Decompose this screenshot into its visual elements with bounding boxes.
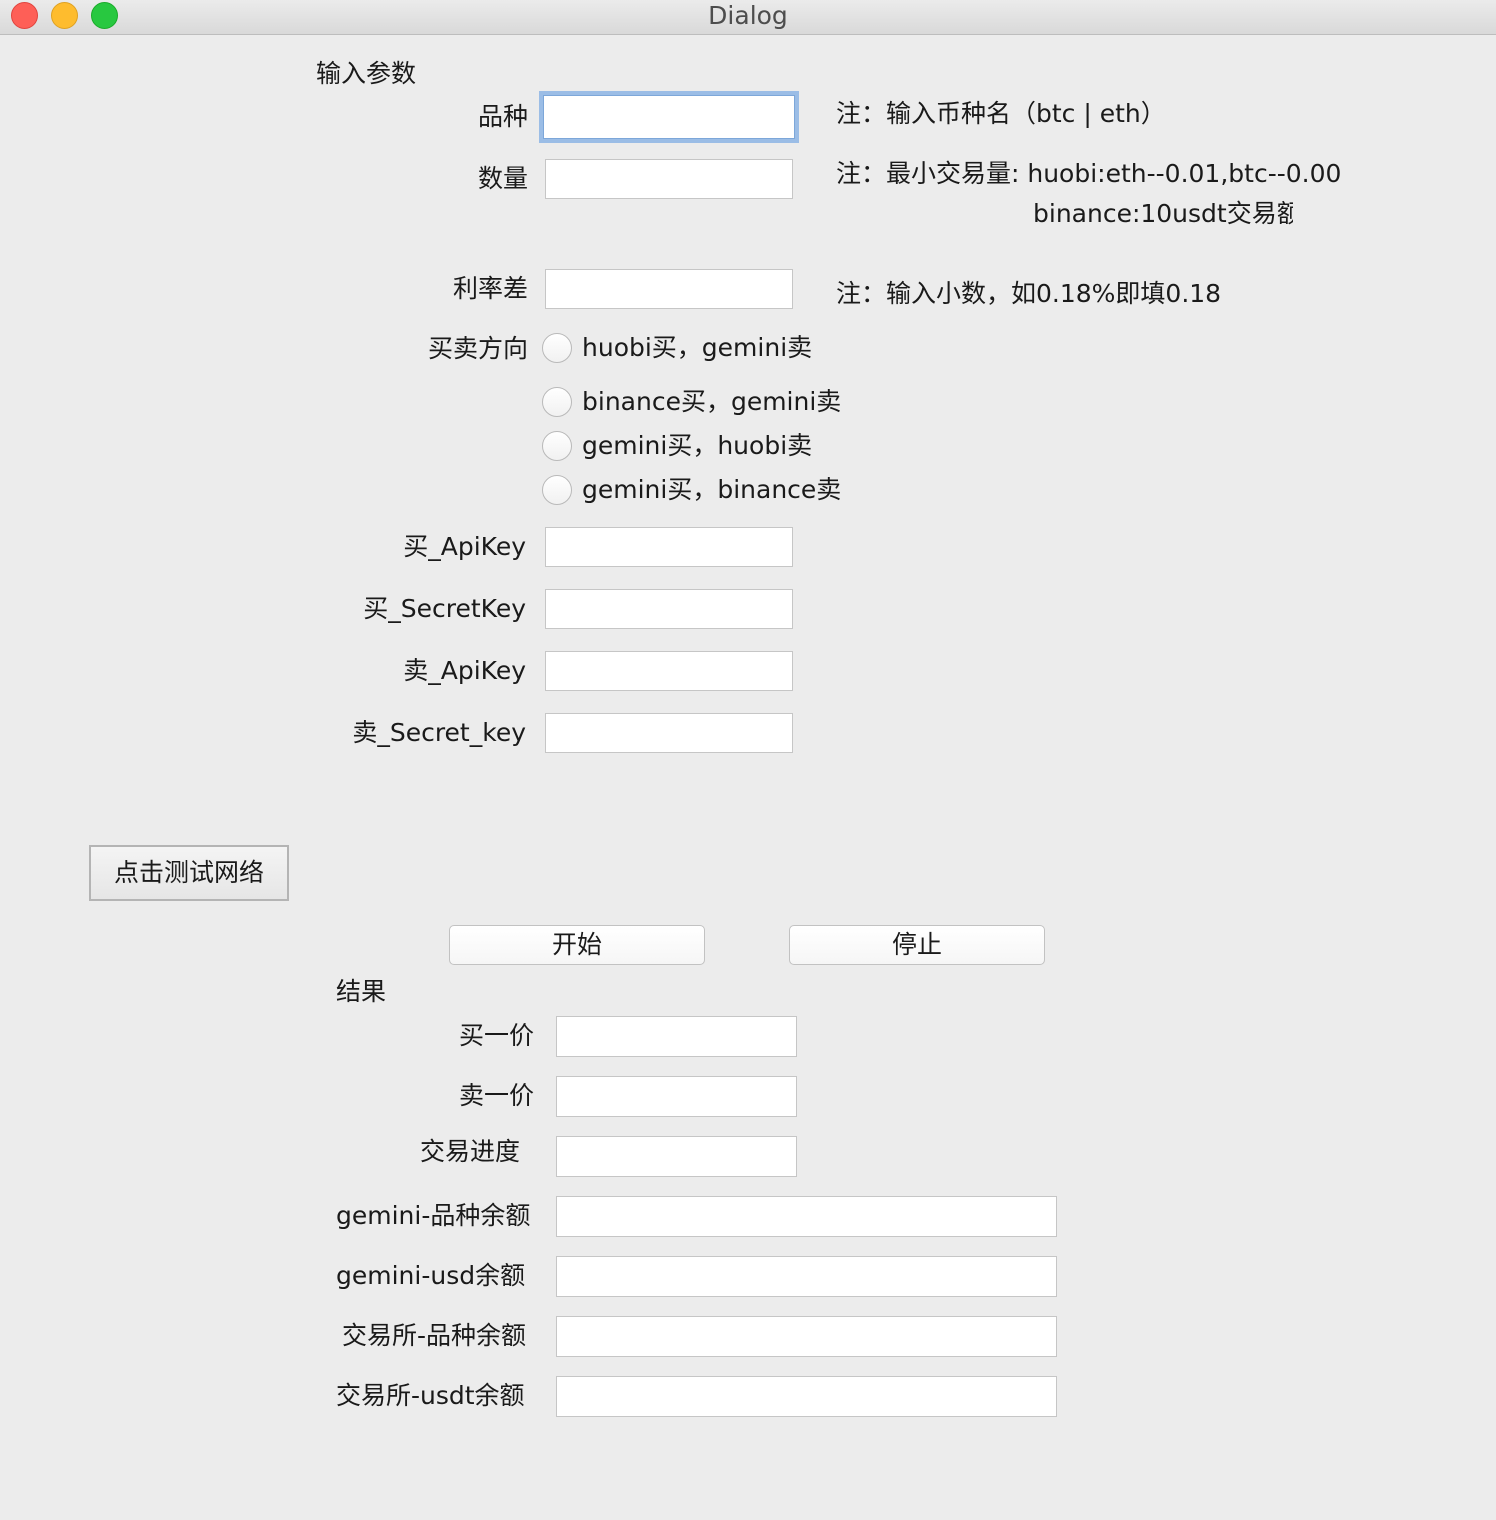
start-button[interactable]: 开始 [449, 925, 705, 965]
sell-apikey-label: 卖_ApiKey [403, 656, 526, 685]
rate-label: 利率差 [452, 274, 528, 303]
buy-secretkey-label: 买_SecretKey [363, 594, 526, 623]
radio-button[interactable] [542, 387, 572, 417]
exchange-coin-balance-label: 交易所-品种余额 [342, 1321, 527, 1350]
exchange-coin-balance-output[interactable] [556, 1316, 1057, 1357]
symbol-label: 品种 [477, 102, 528, 131]
amount-note-line1: 注：最小交易量: huobi:eth--0.01,btc--0.00 [836, 159, 1342, 188]
direction-option-label: gemini买，binance卖 [582, 475, 842, 504]
window-title: Dialog [708, 1, 788, 30]
bid1-label: 买一价 [458, 1021, 534, 1050]
amount-input[interactable] [545, 159, 793, 199]
direction-label: 买卖方向 [427, 334, 528, 363]
result-section-header: 结果 [336, 977, 387, 1006]
sell-secretkey-input[interactable] [545, 713, 793, 753]
direction-option-label: binance买，gemini卖 [582, 387, 842, 416]
rate-note: 注：输入小数，如0.18%即填0.18 [836, 279, 1222, 308]
rate-input[interactable] [545, 269, 793, 309]
buy-apikey-label: 买_ApiKey [403, 532, 526, 561]
buy-apikey-input[interactable] [545, 527, 793, 567]
gemini-usd-balance-label: gemini-usd余额 [336, 1261, 526, 1290]
direction-option-label: gemini买，huobi卖 [582, 431, 813, 460]
direction-option-label: huobi买，gemini卖 [582, 333, 813, 362]
input-section-header: 输入参数 [316, 59, 417, 88]
window-titlebar: Dialog [0, 0, 1496, 35]
progress-label: 交易进度 [419, 1137, 520, 1166]
gemini-usd-balance-output[interactable] [556, 1256, 1057, 1297]
radio-button[interactable] [542, 431, 572, 461]
sell-apikey-input[interactable] [545, 651, 793, 691]
exchange-usdt-balance-output[interactable] [556, 1376, 1057, 1417]
gemini-coin-balance-label: gemini-品种余额 [336, 1201, 531, 1230]
gemini-coin-balance-output[interactable] [556, 1196, 1057, 1237]
ask1-output[interactable] [556, 1076, 797, 1117]
stop-button[interactable]: 停止 [789, 925, 1045, 965]
progress-output[interactable] [556, 1136, 797, 1177]
ask1-label: 卖一价 [458, 1081, 534, 1110]
amount-note-line2: binance:10usdt交易额 [1033, 199, 1293, 228]
radio-button[interactable] [542, 475, 572, 505]
amount-label: 数量 [477, 164, 528, 193]
exchange-usdt-balance-label: 交易所-usdt余额 [336, 1381, 525, 1410]
radio-button[interactable] [542, 333, 572, 363]
buy-secretkey-input[interactable] [545, 589, 793, 629]
sell-secretkey-label: 卖_Secret_key [352, 718, 526, 747]
bid1-output[interactable] [556, 1016, 797, 1057]
test-network-button[interactable]: 点击测试网络 [89, 845, 289, 901]
symbol-input[interactable] [539, 91, 799, 143]
symbol-note: 注：输入币种名（btc | eth） [836, 99, 1166, 128]
